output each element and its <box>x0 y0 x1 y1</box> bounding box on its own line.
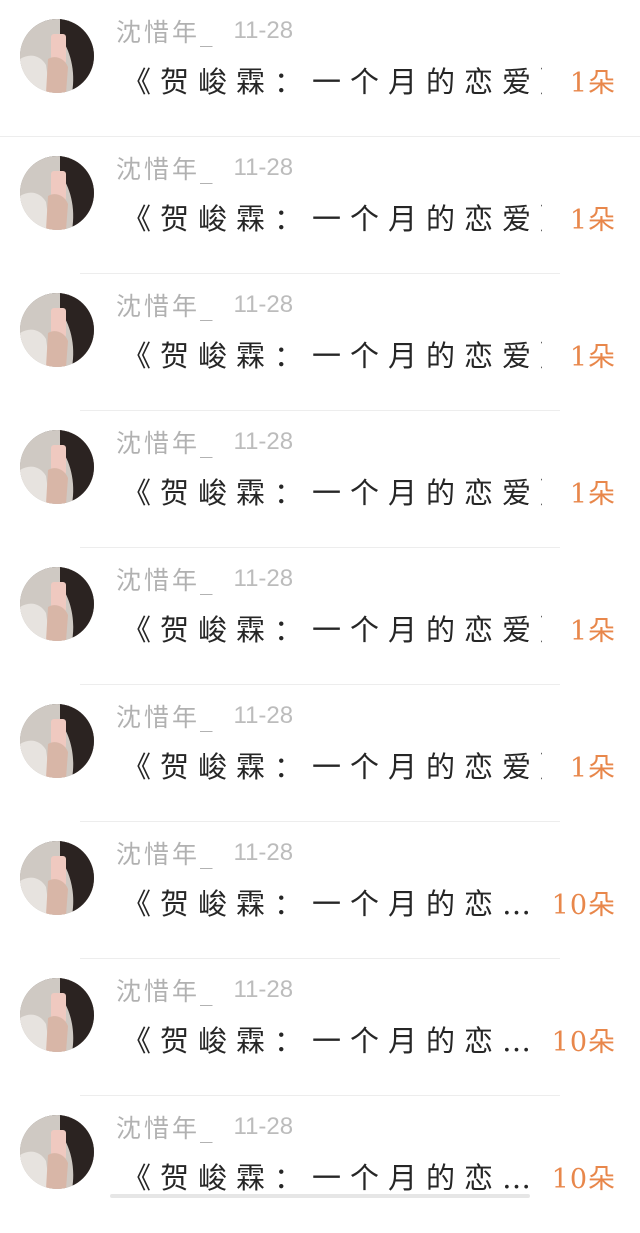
avatar[interactable] <box>20 704 94 778</box>
post-meta: 沈惜年_ 11-28 <box>116 562 293 596</box>
avatar[interactable] <box>20 293 94 367</box>
post-meta: 沈惜年_ 11-28 <box>116 699 293 733</box>
horizontal-scrollbar[interactable] <box>110 1194 530 1198</box>
post-title[interactable]: 《贺峻霖：一个月的恋… <box>122 880 542 924</box>
post-date: 11-28 <box>233 1113 294 1140</box>
avatar[interactable] <box>20 978 94 1052</box>
post-date: 11-28 <box>233 976 294 1003</box>
author-name[interactable]: 沈惜年_ <box>116 561 216 597</box>
post-date: 11-28 <box>233 702 294 729</box>
post-date: 11-28 <box>233 17 294 44</box>
post-date: 11-28 <box>233 839 294 866</box>
flower-count: 1朵 <box>569 204 616 236</box>
author-name[interactable]: 沈惜年_ <box>116 287 216 323</box>
flower-count: 1朵 <box>569 752 616 784</box>
post-date: 11-28 <box>233 291 294 318</box>
flower-count: 10朵 <box>551 889 616 921</box>
author-name[interactable]: 沈惜年_ <box>116 13 216 49</box>
list-item[interactable]: 沈惜年_ 11-28 《贺峻霖：一个月的恋爱》 1朵 <box>0 685 640 822</box>
post-meta: 沈惜年_ 11-28 <box>116 288 293 322</box>
list-item[interactable]: 沈惜年_ 11-28 《贺峻霖：一个月的恋爱》 1朵 <box>0 0 640 137</box>
flower-count: 10朵 <box>551 1163 616 1195</box>
post-meta: 沈惜年_ 11-28 <box>116 151 293 185</box>
author-name[interactable]: 沈惜年_ <box>116 835 216 871</box>
flower-count: 1朵 <box>569 67 616 99</box>
list-item[interactable]: 沈惜年_ 11-28 《贺峻霖：一个月的恋爱》 1朵 <box>0 411 640 548</box>
author-name[interactable]: 沈惜年_ <box>116 698 216 734</box>
post-date: 11-28 <box>233 154 294 181</box>
avatar[interactable] <box>20 156 94 230</box>
post-title[interactable]: 《贺峻霖：一个月的恋爱》 <box>122 606 542 650</box>
list-item[interactable]: 沈惜年_ 11-28 《贺峻霖：一个月的恋爱》 1朵 <box>0 548 640 685</box>
avatar[interactable] <box>20 19 94 93</box>
post-list: 沈惜年_ 11-28 《贺峻霖：一个月的恋爱》 1朵 沈惜年_ 11-28 《贺… <box>0 0 640 1198</box>
post-date: 11-28 <box>233 565 294 592</box>
post-meta: 沈惜年_ 11-28 <box>116 836 293 870</box>
list-item[interactable]: 沈惜年_ 11-28 《贺峻霖：一个月的恋爱》 1朵 <box>0 274 640 411</box>
post-title[interactable]: 《贺峻霖：一个月的恋爱》 <box>122 195 542 239</box>
post-title[interactable]: 《贺峻霖：一个月的恋爱》 <box>122 469 542 513</box>
author-name[interactable]: 沈惜年_ <box>116 1109 216 1145</box>
post-title[interactable]: 《贺峻霖：一个月的恋… <box>122 1154 542 1198</box>
post-meta: 沈惜年_ 11-28 <box>116 973 293 1007</box>
post-meta: 沈惜年_ 11-28 <box>116 425 293 459</box>
list-item[interactable]: 沈惜年_ 11-28 《贺峻霖：一个月的恋… 10朵 <box>0 1096 640 1233</box>
avatar[interactable] <box>20 567 94 641</box>
post-title[interactable]: 《贺峻霖：一个月的恋爱》 <box>122 58 542 102</box>
list-item[interactable]: 沈惜年_ 11-28 《贺峻霖：一个月的恋… 10朵 <box>0 822 640 959</box>
post-title[interactable]: 《贺峻霖：一个月的恋爱》 <box>122 332 542 376</box>
post-meta: 沈惜年_ 11-28 <box>116 14 293 48</box>
flower-count: 1朵 <box>569 615 616 647</box>
list-item[interactable]: 沈惜年_ 11-28 《贺峻霖：一个月的恋爱》 1朵 <box>0 137 640 274</box>
avatar[interactable] <box>20 841 94 915</box>
avatar[interactable] <box>20 430 94 504</box>
flower-count: 1朵 <box>569 341 616 373</box>
flower-count: 1朵 <box>569 478 616 510</box>
author-name[interactable]: 沈惜年_ <box>116 150 216 186</box>
flower-count: 10朵 <box>551 1026 616 1058</box>
avatar[interactable] <box>20 1115 94 1189</box>
author-name[interactable]: 沈惜年_ <box>116 972 216 1008</box>
post-meta: 沈惜年_ 11-28 <box>116 1110 293 1144</box>
post-title[interactable]: 《贺峻霖：一个月的恋爱》 <box>122 743 542 787</box>
post-title[interactable]: 《贺峻霖：一个月的恋… <box>122 1017 542 1061</box>
post-date: 11-28 <box>233 428 294 455</box>
list-item[interactable]: 沈惜年_ 11-28 《贺峻霖：一个月的恋… 10朵 <box>0 959 640 1096</box>
author-name[interactable]: 沈惜年_ <box>116 424 216 460</box>
